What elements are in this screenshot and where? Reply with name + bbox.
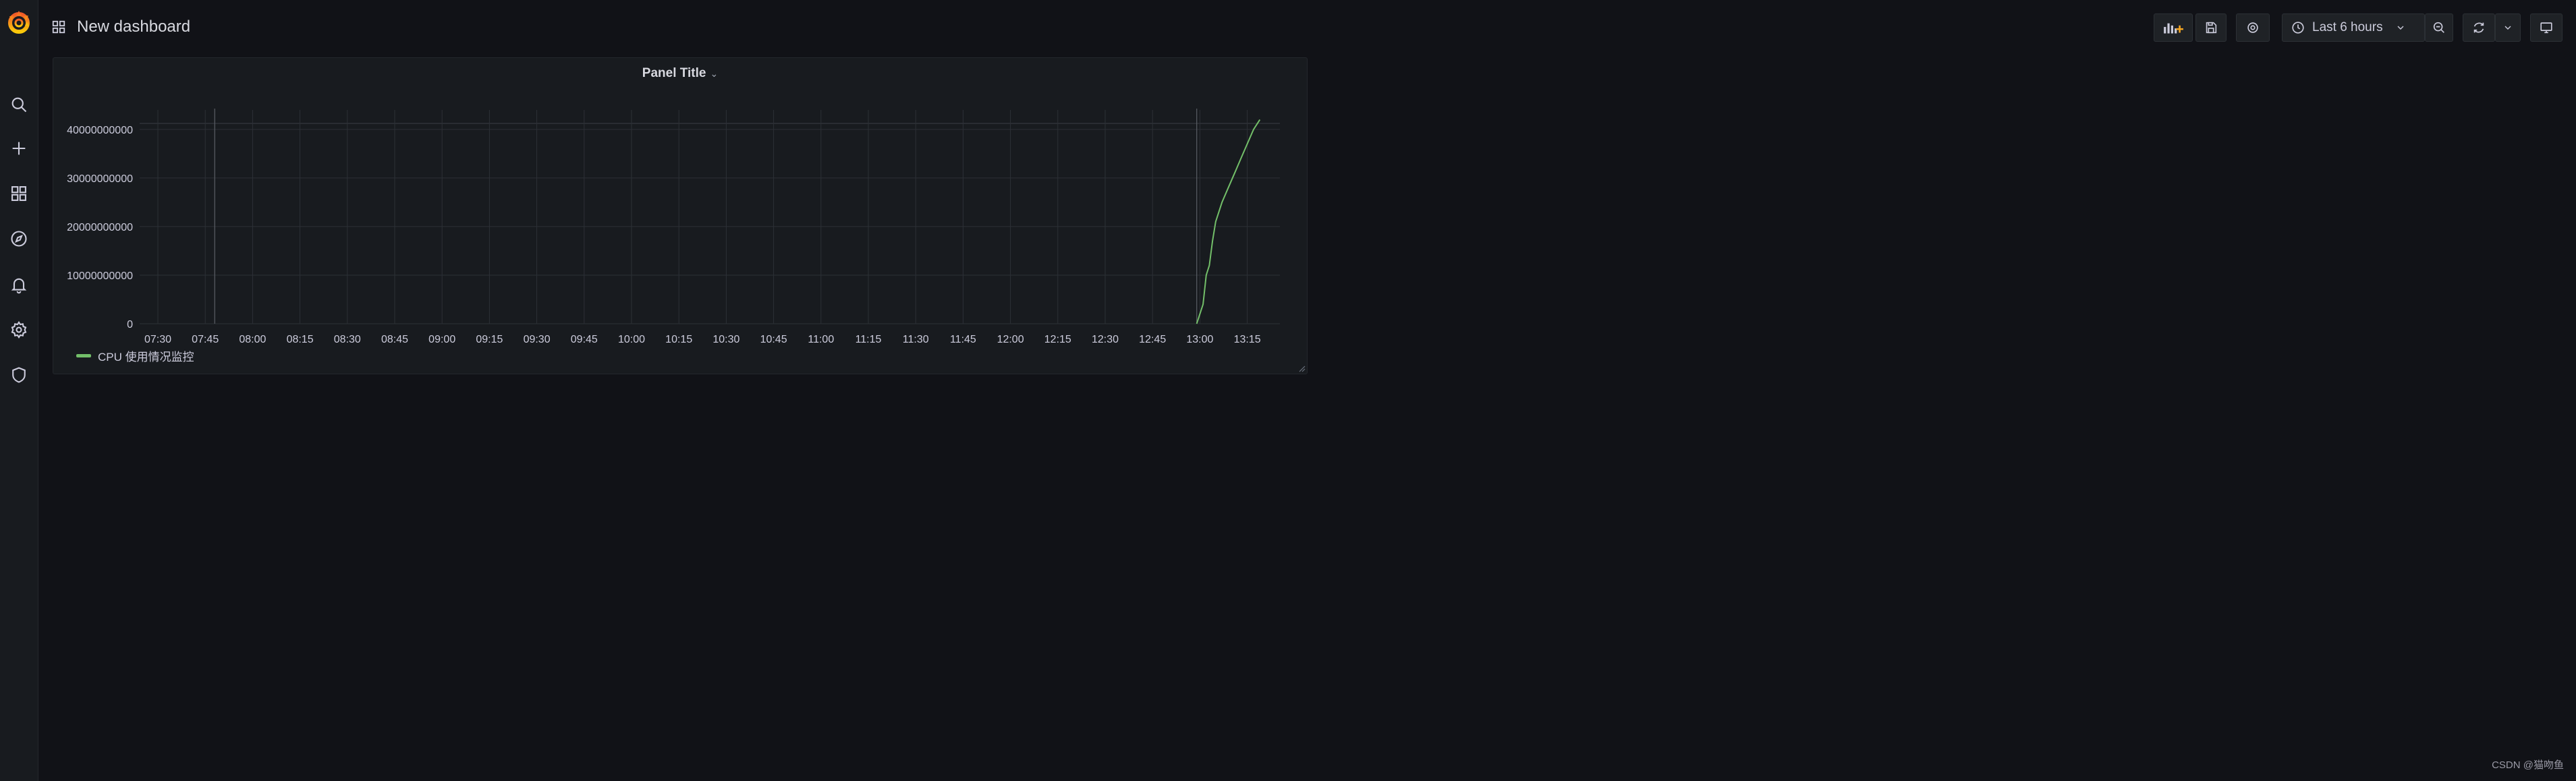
sync-icon bbox=[2473, 22, 2484, 33]
x-tick-label: 11:45 bbox=[950, 334, 976, 345]
grid-icon[interactable] bbox=[5, 180, 32, 207]
x-tick-label: 08:30 bbox=[334, 334, 361, 345]
legend-item[interactable]: CPU 使用情况监控 bbox=[76, 347, 194, 364]
x-tick-label: 12:00 bbox=[997, 334, 1024, 345]
shield-icon[interactable] bbox=[5, 361, 32, 388]
time-series-chart: 0 10000000000 20000000000 30000000000 400000… bbox=[67, 109, 1280, 345]
save-icon bbox=[2206, 22, 2217, 34]
x-tick-label: 11:30 bbox=[903, 334, 929, 345]
x-tick-label: 12:45 bbox=[1139, 334, 1166, 345]
y-tick-label: 30000000000 bbox=[67, 173, 133, 185]
x-tick-label: 09:45 bbox=[571, 334, 598, 345]
x-tick-label: 08:15 bbox=[287, 334, 314, 345]
cog-icon bbox=[2247, 22, 2258, 33]
x-tick-label: 11:15 bbox=[856, 334, 882, 345]
save-dashboard-button[interactable] bbox=[2195, 13, 2227, 42]
dashboard-grid-icon[interactable] bbox=[51, 20, 66, 34]
x-tick-label: 08:00 bbox=[239, 334, 266, 345]
x-tick-label: 07:30 bbox=[144, 334, 171, 345]
side-menu bbox=[0, 0, 38, 781]
plus-icon[interactable] bbox=[5, 135, 32, 162]
gear-icon[interactable] bbox=[5, 316, 32, 343]
series-line bbox=[1196, 119, 1261, 324]
dashboard-title[interactable]: New dashboard bbox=[77, 15, 190, 39]
refresh-button[interactable] bbox=[2463, 13, 2495, 42]
clock-icon bbox=[2292, 22, 2304, 34]
x-tick-label: 08:45 bbox=[381, 334, 408, 345]
bell-icon[interactable] bbox=[5, 271, 32, 298]
x-tick-label: 13:15 bbox=[1234, 334, 1261, 345]
x-tick-label: 12:30 bbox=[1092, 334, 1119, 345]
zoom-out-icon bbox=[2433, 22, 2444, 33]
time-range-label: Last 6 hours bbox=[2312, 20, 2383, 34]
dashboard-settings-button[interactable] bbox=[2236, 13, 2270, 42]
x-tick-label: 07:45 bbox=[192, 334, 219, 345]
y-tick-label: 10000000000 bbox=[67, 270, 133, 282]
x-tick-label: 10:30 bbox=[712, 334, 739, 345]
refresh-interval-button[interactable] bbox=[2495, 13, 2521, 42]
watermark: CSDN @猫吻鱼 bbox=[2492, 759, 2564, 771]
x-tick-label: 11:00 bbox=[808, 334, 834, 345]
y-tick-label: 40000000000 bbox=[67, 125, 133, 136]
search-icon[interactable] bbox=[5, 91, 32, 118]
x-tick-label: 10:00 bbox=[618, 334, 645, 345]
grafana-logo[interactable] bbox=[4, 7, 34, 37]
y-tick-label: 20000000000 bbox=[67, 222, 133, 233]
chevron-down-icon: ⌄ bbox=[710, 68, 719, 79]
compass-icon[interactable] bbox=[5, 225, 32, 252]
chevron-down-icon bbox=[2504, 26, 2511, 30]
panel-title-menu[interactable]: Panel Title ⌄ bbox=[53, 66, 1307, 81]
legend-series-name: CPU 使用情况监控 bbox=[98, 351, 194, 364]
legend-color-swatch bbox=[76, 354, 91, 357]
graph-panel: 0 10000000000 20000000000 30000000000 400000… bbox=[53, 57, 1308, 374]
x-tick-label: 13:00 bbox=[1186, 334, 1213, 345]
resize-handle-icon[interactable] bbox=[1297, 364, 1306, 372]
x-tick-label: 12:15 bbox=[1044, 334, 1071, 345]
x-tick-label: 10:15 bbox=[665, 334, 692, 345]
cycle-view-mode-button[interactable] bbox=[2530, 13, 2563, 42]
dashboard-navbar: New dashboard Last 6 hours bbox=[38, 0, 2576, 54]
chevron-down-icon bbox=[2397, 26, 2404, 30]
time-picker-button[interactable]: Last 6 hours bbox=[2282, 13, 2425, 42]
monitor-icon bbox=[2540, 22, 2552, 34]
x-tick-label: 09:30 bbox=[524, 334, 551, 345]
add-panel-button[interactable] bbox=[2154, 13, 2193, 42]
y-tick-label: 0 bbox=[127, 319, 133, 330]
zoom-out-button[interactable] bbox=[2425, 13, 2453, 42]
x-tick-label: 09:00 bbox=[428, 334, 455, 345]
x-tick-label: 09:15 bbox=[476, 334, 503, 345]
panel-title: Panel Title bbox=[642, 66, 706, 80]
x-tick-label: 10:45 bbox=[760, 334, 787, 345]
